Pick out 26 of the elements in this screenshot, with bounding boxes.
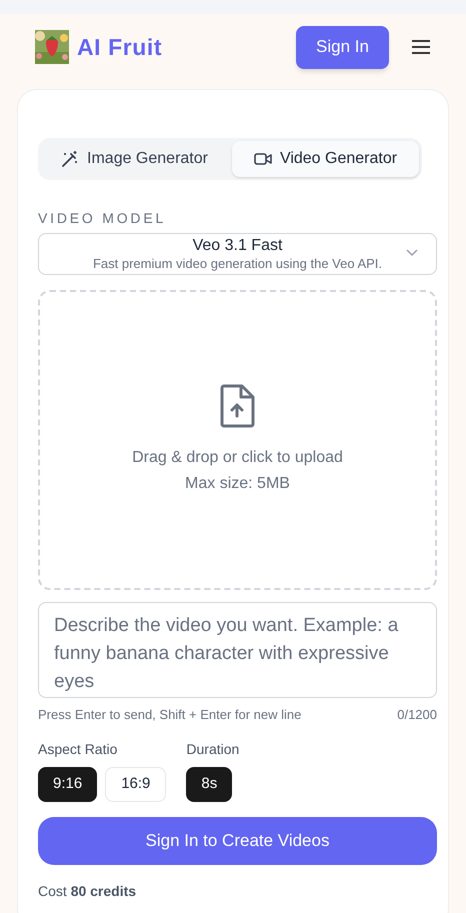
create-videos-button[interactable]: Sign In to Create Videos bbox=[38, 816, 437, 864]
option-label: Duration bbox=[186, 740, 240, 758]
upload-dropzone[interactable]: Drag & drop or click to upload Max size: 5MB bbox=[38, 290, 437, 590]
model-select[interactable]: Veo 3.1 Fast Fast premium video generation using the Veo API. bbox=[38, 233, 437, 275]
upload-size-limit: Max size: 5MB bbox=[185, 474, 290, 494]
magic-wand-icon bbox=[61, 150, 80, 168]
cost-text: Cost 80 credits bbox=[38, 882, 138, 900]
character-count: 0/1200 bbox=[397, 706, 437, 724]
option-button[interactable]: 9:16 bbox=[38, 766, 98, 802]
tab[interactable]: Image Generator bbox=[41, 141, 228, 177]
sign-in-button[interactable]: Sign In bbox=[296, 26, 389, 68]
model-name: Veo 3.1 Fast bbox=[192, 236, 282, 256]
file-upload-icon bbox=[218, 384, 256, 428]
model-description: Fast premium video generation using the Veo API. bbox=[92, 256, 382, 272]
upload-instructions: Drag & drop or click to upload bbox=[132, 448, 343, 468]
brand-name: AI Fruit bbox=[77, 32, 162, 62]
video-camera-icon bbox=[254, 152, 272, 166]
option-button[interactable]: 16:9 bbox=[105, 766, 166, 802]
prompt-field[interactable]: Describe the video you want. Example: a funny banana character with expressive eyes bbox=[38, 602, 437, 698]
chevron-down-icon bbox=[406, 249, 418, 257]
menu-icon[interactable] bbox=[411, 39, 431, 55]
tab[interactable]: Video Generator bbox=[232, 141, 419, 177]
option-button[interactable]: 8s bbox=[186, 766, 232, 802]
section-label: VIDEO MODEL bbox=[38, 209, 168, 228]
input-hint: Press Enter to send, Shift + Enter for new line bbox=[38, 706, 302, 724]
option-label: Aspect Ratio bbox=[38, 740, 118, 759]
